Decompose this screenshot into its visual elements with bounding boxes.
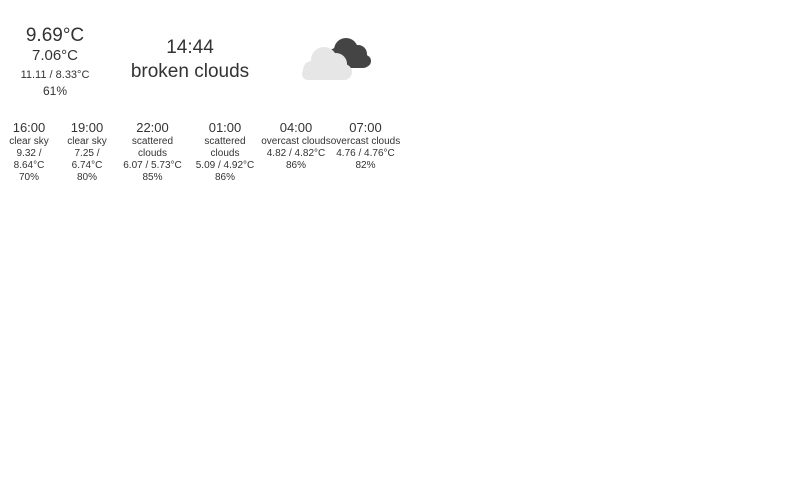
forecast-time: 22:00 (136, 120, 169, 135)
forecast-range: 4.76 / 4.76°C (336, 148, 395, 159)
forecast-humidity: 70% (18, 172, 39, 183)
forecast-range: 4.82 / 4.82°C (266, 148, 326, 159)
forecast-description: scattered clouds (204, 136, 246, 159)
forecast-humidity: 86% (285, 160, 306, 171)
forecast-humidity: 82% (355, 160, 376, 171)
forecast-description: overcast clouds (330, 136, 401, 147)
forecast-range: 6.07 / 5.73°C (123, 160, 182, 171)
forecast-range: 9.32 / 8.64°C (13, 148, 45, 171)
forecast-description: overcast clouds (261, 136, 331, 147)
temperature-range: 11.11 / 8.33°C (20, 69, 90, 81)
forecast-time: 01:00 (208, 120, 242, 135)
forecast-item: 01:00 scattered clouds 5.09 / 4.92°C 86% (190, 121, 260, 184)
forecast-humidity: 80% (76, 172, 97, 183)
current-temperature: 9.69°C (25, 25, 85, 46)
forecast-range: 7.25 / 6.74°C (71, 148, 103, 171)
weather-description: broken clouds (130, 61, 250, 82)
forecast-description: scattered clouds (131, 136, 174, 159)
forecast-item: 04:00 overcast clouds 4.82 / 4.82°C 86% (261, 121, 331, 172)
forecast-item: 22:00 scattered clouds 6.07 / 5.73°C 85% (117, 121, 188, 184)
forecast-item: 16:00 clear sky 9.32 / 8.64°C 70% (4, 121, 54, 184)
feels-like-temperature: 7.06°C (31, 47, 79, 64)
current-weather: 9.69°C 7.06°C 11.11 / 8.33°C 61% (10, 25, 100, 99)
cloud-icon-svg (302, 38, 371, 80)
forecast-range: 5.09 / 4.92°C (195, 160, 255, 171)
current-time: 14:44 (166, 37, 214, 58)
forecast-time: 16:00 (12, 120, 46, 135)
forecast-time: 19:00 (70, 120, 104, 135)
cloud-icon (298, 30, 376, 86)
forecast-time: 07:00 (349, 120, 382, 135)
forecast-time: 04:00 (279, 120, 313, 135)
forecast-humidity: 85% (142, 172, 163, 183)
forecast-humidity: 86% (214, 172, 235, 183)
forecast-list: 16:00 clear sky 9.32 / 8.64°C 70% 19:00 … (0, 121, 410, 191)
humidity: 61% (42, 84, 68, 98)
forecast-description: clear sky (9, 136, 49, 147)
forecast-description: clear sky (67, 136, 107, 147)
current-summary: 14:44 broken clouds (120, 37, 260, 84)
forecast-item: 19:00 clear sky 7.25 / 6.74°C 80% (62, 121, 112, 184)
forecast-item: 07:00 overcast clouds 4.76 / 4.76°C 82% (330, 121, 401, 172)
